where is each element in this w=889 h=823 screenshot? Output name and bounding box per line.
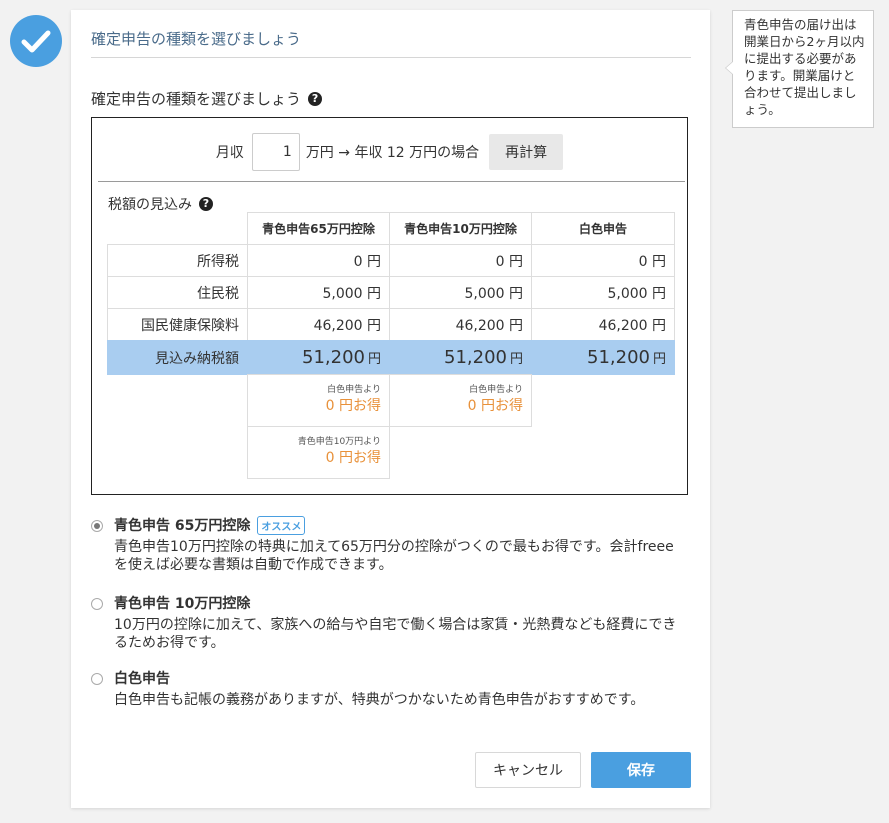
filing-tooltip: 青色申告の届け出は開業日から2ヶ月以内に提出する必要があります。開業届けと合わせ… (725, 10, 874, 128)
monthly-income-input[interactable] (251, 133, 300, 171)
option-title-text: 白色申告 (114, 671, 170, 687)
total-cell: 51,200 円 (247, 340, 390, 375)
option-description: 青色申告10万円控除の特典に加えて65万円分の控除がつくので最もお得です。会計f… (114, 539, 674, 573)
total-label: 見込み納税額 (107, 340, 248, 375)
savings-cell: 白色申告より 0 円お得 (389, 374, 532, 427)
total-unit: 円 (367, 352, 381, 367)
table-cell: 46,200 円 (247, 308, 390, 341)
savings-caption: 白色申告より (327, 385, 381, 395)
card-title: 確定申告の種類を選びましょう (91, 30, 302, 48)
radio-white[interactable] (91, 673, 103, 685)
cancel-button[interactable]: キャンセル (475, 752, 581, 788)
tax-calculator: 月収 万円 → 年収 12 万円の場合 再計算 税額の見込み ? 青色申告65万… (91, 117, 688, 495)
monthly-income-label: 月収 (215, 145, 244, 161)
question-circle-icon[interactable]: ? (199, 197, 213, 211)
estimate-label: 税額の見込み (108, 197, 192, 213)
filing-type-card: 確定申告の種類を選びましょう 確定申告の種類を選びましょう ? 月収 万円 → … (71, 10, 710, 808)
check-circle-icon (10, 15, 62, 67)
estimate-heading: 税額の見込み ? (108, 194, 213, 214)
total-unit: 円 (509, 352, 523, 367)
option-title-text: 青色申告 10万円控除 (114, 596, 251, 612)
column-header: 青色申告65万円控除 (247, 212, 390, 245)
row-label: 住民税 (107, 276, 248, 309)
savings-caption: 青色申告10万円より (297, 437, 381, 447)
column-header: 青色申告10万円控除 (389, 212, 532, 245)
table-cell: 46,200 円 (389, 308, 532, 341)
radio-blue-10[interactable] (91, 598, 103, 610)
total-amount: 51,200 (444, 347, 507, 368)
table-cell: 5,000 円 (531, 276, 675, 309)
recalculate-button[interactable]: 再計算 (489, 134, 564, 170)
column-header: 白色申告 (531, 212, 675, 245)
table-cell: 0 円 (389, 244, 532, 277)
divider (98, 181, 685, 182)
section-heading-text: 確定申告の種類を選びましょう (91, 90, 302, 108)
section-heading: 確定申告の種類を選びましょう ? (91, 88, 323, 109)
annual-income-text: 万円 → 年収 12 万円の場合 (305, 145, 480, 161)
total-amount: 51,200 (302, 347, 365, 368)
total-cell: 51,200 円 (389, 340, 532, 375)
option-title: 青色申告 10万円控除 (114, 593, 250, 613)
radio-blue-65[interactable] (91, 520, 103, 532)
savings-cell: 白色申告より 0 円お得 (247, 374, 390, 427)
table-cell: 46,200 円 (531, 308, 675, 341)
income-row: 月収 万円 → 年収 12 万円の場合 再計算 (92, 132, 687, 172)
table-cell: 0 円 (531, 244, 675, 277)
savings-amount: 0 円お得 (467, 398, 523, 414)
savings-amount: 0 円お得 (325, 398, 381, 414)
savings-caption: 白色申告より (469, 385, 523, 395)
option-title-text: 青色申告 65万円控除 (114, 518, 251, 534)
total-unit: 円 (652, 352, 666, 367)
total-cell: 51,200 円 (531, 340, 675, 375)
option-description: 10万円の控除に加えて、家族への給与や自宅で働く場合は家賃・光熱費なども経費にで… (114, 617, 677, 651)
row-label: 所得税 (107, 244, 248, 277)
row-label: 国民健康保険料 (107, 308, 248, 341)
savings-cell: 青色申告10万円より 0 円お得 (247, 426, 390, 479)
recommended-badge: オススメ (257, 515, 306, 535)
total-amount: 51,200 (587, 347, 650, 368)
savings-amount: 0 円お得 (325, 450, 381, 466)
option-title: 白色申告 (114, 668, 170, 688)
table-cell: 5,000 円 (247, 276, 390, 309)
option-description: 白色申告も記帳の義務がありますが、特典がつかないため青色申告がおすすめです。 (114, 692, 645, 708)
question-circle-icon[interactable]: ? (308, 91, 323, 106)
table-cell: 5,000 円 (389, 276, 532, 309)
option-title: 青色申告 65万円控除 オススメ (114, 515, 306, 535)
divider (91, 57, 691, 58)
save-button[interactable]: 保存 (591, 752, 691, 788)
table-cell: 0 円 (247, 244, 390, 277)
